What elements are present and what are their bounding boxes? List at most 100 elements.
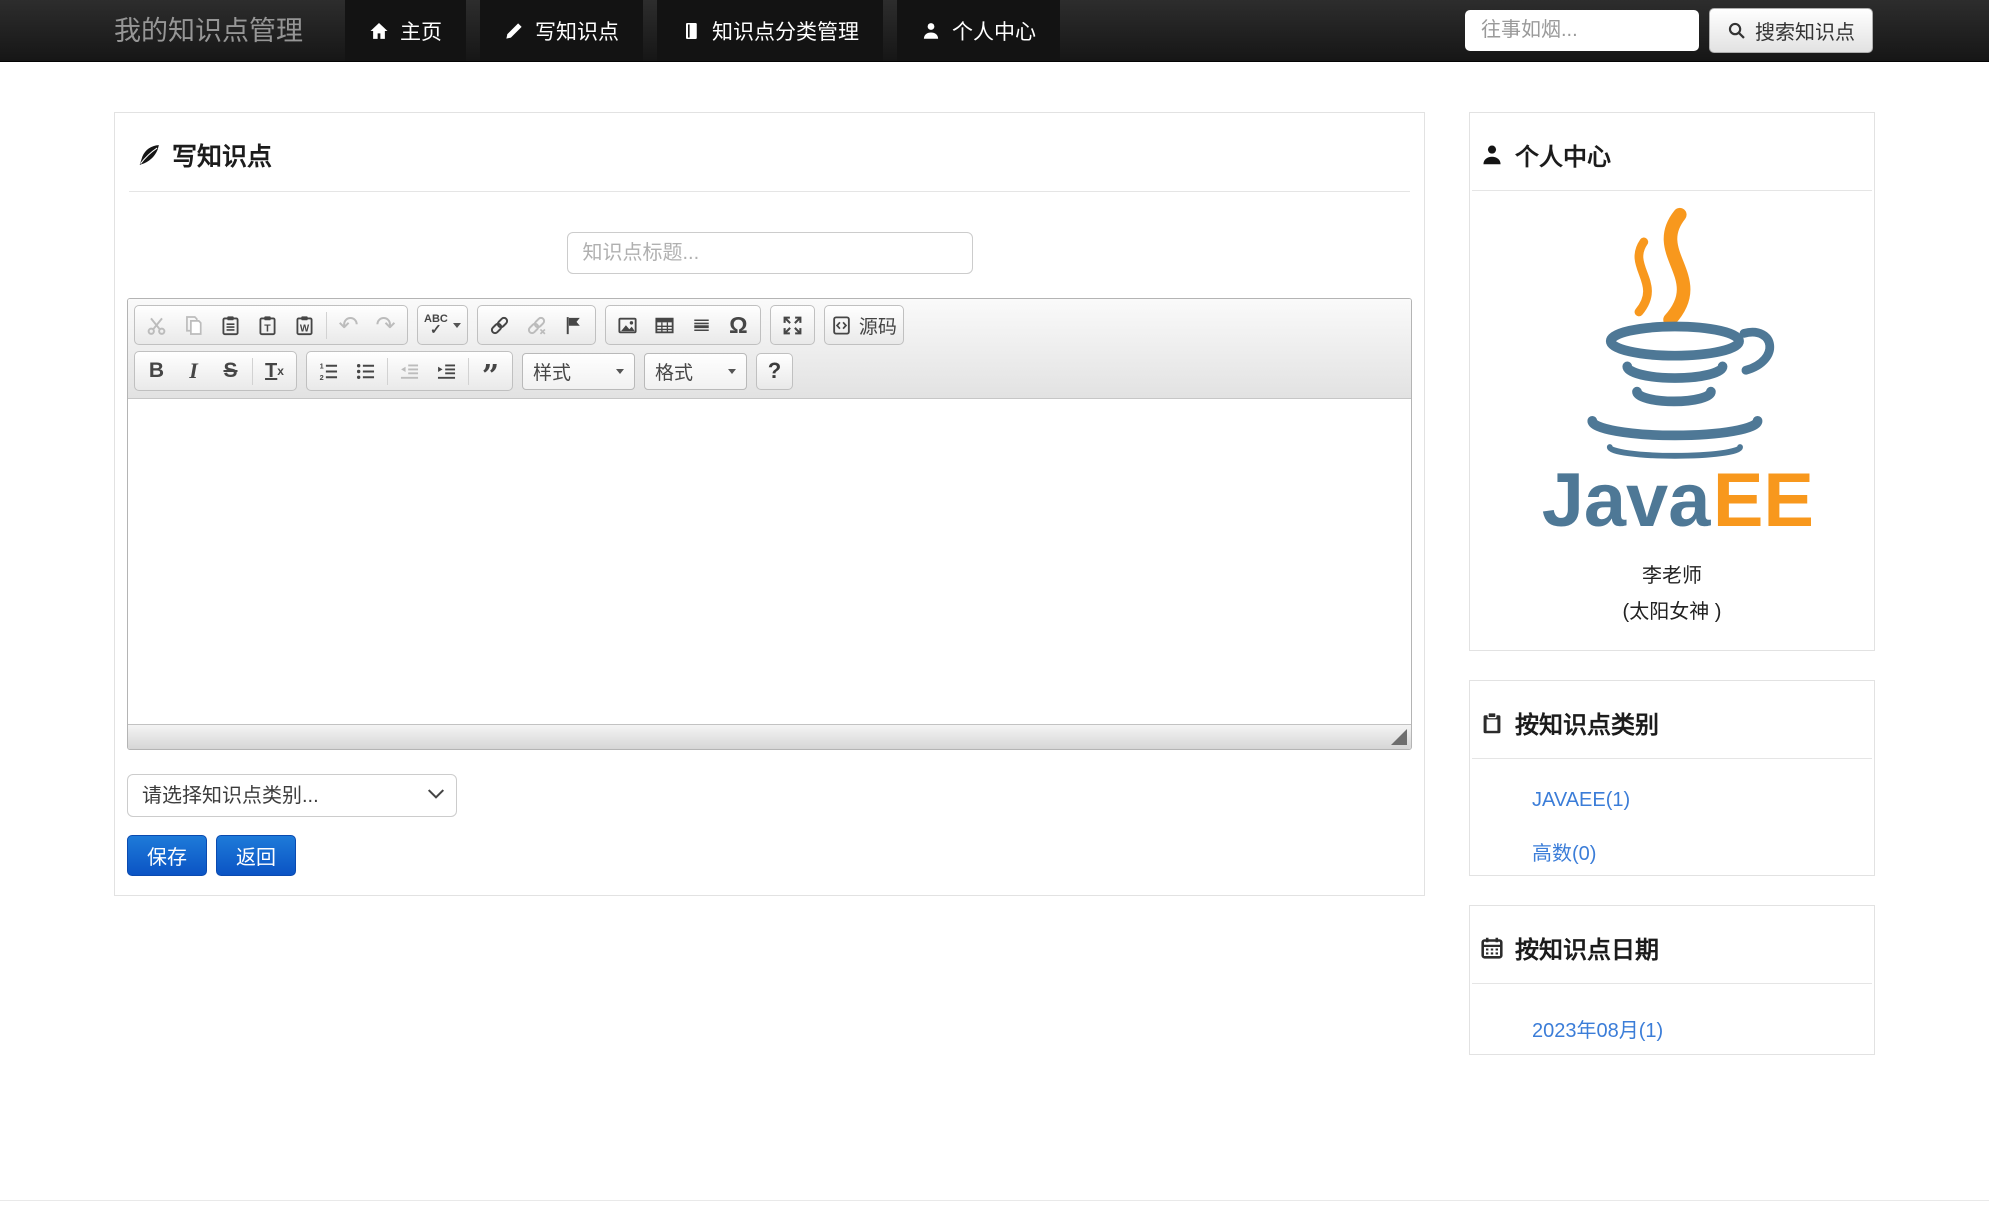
nav-item-home[interactable]: 主页 <box>345 0 466 61</box>
archive-link-2023-08[interactable]: 2023年08月(1) <box>1532 1014 1663 1043</box>
outdent-icon[interactable] <box>391 355 428 388</box>
insert-group: Ω <box>604 305 761 345</box>
user-icon <box>1480 143 1504 167</box>
nav-item-label: 知识点分类管理 <box>712 20 859 44</box>
knowledge-title-input[interactable] <box>566 232 973 274</box>
nav-item-label: 写知识点 <box>535 20 619 44</box>
profile-body: Java EE 李老师 (太阳女神 ) <box>1470 205 1874 624</box>
calendar-icon <box>1480 936 1504 960</box>
numbered-list-icon[interactable]: 12 <box>310 355 347 388</box>
svg-text:T: T <box>264 322 271 334</box>
back-button[interactable]: 返回 <box>216 835 296 876</box>
italic-icon[interactable]: I <box>175 355 212 388</box>
block-quote-icon[interactable]: ” <box>472 355 509 392</box>
archive-links: 2023年08月(1) <box>1470 984 1874 1043</box>
editor-status-bar <box>128 724 1411 749</box>
editor-content-area[interactable] <box>128 399 1411 724</box>
categories-title: 按知识点类别 <box>1515 712 1659 739</box>
bold-icon[interactable]: B <box>138 355 175 388</box>
footer-divider <box>0 1200 1989 1201</box>
format-dropdown[interactable]: 格式 <box>644 352 747 390</box>
clipboard-group: T W ↶ ↷ <box>134 305 408 345</box>
user-icon <box>921 21 941 41</box>
copy-icon[interactable] <box>175 309 212 342</box>
header-divider <box>129 191 1410 192</box>
spellcheck-group: ABC ✓ <box>417 305 468 345</box>
search-input[interactable] <box>1465 10 1699 51</box>
source-button[interactable]: 源码 <box>828 309 900 342</box>
toolbar-separator <box>468 357 469 385</box>
main-nav: 主页 写知识点 知识点分类管理 个人中心 <box>345 0 1074 61</box>
horizontal-line-icon[interactable] <box>683 309 720 342</box>
toolbar-separator <box>387 357 388 385</box>
header-divider <box>1472 190 1872 191</box>
rich-text-editor: T W ↶ ↷ ABC ✓ Ω 源码 B I S T x 1 2 ” 样式 格式… <box>127 298 1412 750</box>
profile-panel: 个人中心 Java EE 李老师 (太阳女神 ) <box>1469 112 1875 651</box>
maximize-icon[interactable] <box>774 309 811 342</box>
strikethrough-icon[interactable]: S <box>212 355 249 388</box>
write-knowledge-panel: 写知识点 知识点标题... T W ↶ ↷ ABC ✓ Ω 源码 B I S T… <box>114 112 1425 896</box>
category-select[interactable]: 请选择知识点类别... <box>127 774 457 817</box>
save-button[interactable]: 保存 <box>127 835 207 876</box>
panel-title: 写知识点 <box>172 143 273 171</box>
toolbar-row-2: B I S Tx 12 ” 样式 格式 ? <box>134 351 1405 392</box>
archive-header: 按知识点日期 <box>1470 906 1874 983</box>
help-label: ? <box>767 358 782 383</box>
nav-item-write[interactable]: 写知识点 <box>480 0 643 61</box>
paste-icon[interactable] <box>212 309 249 342</box>
table-icon[interactable] <box>646 309 683 342</box>
indent-icon[interactable] <box>428 355 465 388</box>
nav-item-label: 个人中心 <box>952 20 1036 44</box>
link-icon[interactable] <box>481 309 518 342</box>
category-link-javaee[interactable]: JAVAEE(1) <box>1532 789 1630 812</box>
source-group: 源码 <box>823 305 904 345</box>
maximize-group <box>769 305 815 345</box>
javaee-logo: Java EE <box>1542 207 1814 543</box>
undo-icon[interactable]: ↶ <box>330 309 367 342</box>
format-dropdown-label: 格式 <box>655 362 694 384</box>
chevron-down-icon <box>452 322 461 328</box>
cut-icon[interactable] <box>138 309 175 342</box>
source-label: 源码 <box>858 316 897 338</box>
editor-toolbar: T W ↶ ↷ ABC ✓ Ω 源码 B I S T x 1 2 ” 样式 格式… <box>128 299 1411 399</box>
form-buttons: 保存 返回 <box>127 835 1412 876</box>
toolbar-separator <box>252 357 253 385</box>
special-character-icon[interactable]: Ω <box>720 309 757 342</box>
help-button[interactable]: ? <box>756 352 793 390</box>
unlink-icon[interactable] <box>518 309 555 342</box>
anchor-flag-icon[interactable] <box>555 309 592 342</box>
panel-header: 写知识点 <box>127 113 1412 191</box>
svg-text:1: 1 <box>320 361 324 370</box>
paste-text-icon[interactable]: T <box>249 309 286 342</box>
svg-text:W: W <box>300 323 310 334</box>
paste-word-icon[interactable]: W <box>286 309 323 342</box>
clipboard-icon <box>1480 711 1504 735</box>
archive-title: 按知识点日期 <box>1515 937 1659 964</box>
profile-header: 个人中心 <box>1470 113 1874 190</box>
category-links: JAVAEE(1) 高数(0) <box>1470 759 1874 866</box>
search-button[interactable]: 搜索知识点 <box>1709 8 1873 53</box>
sidebar: 个人中心 Java EE 李老师 (太阳女神 ) 按知识点类别 JAVAEE(1… <box>1469 112 1875 1084</box>
image-icon[interactable] <box>609 309 646 342</box>
quill-icon <box>137 143 161 167</box>
chevron-down-icon <box>616 368 624 374</box>
search-icon <box>1727 21 1746 40</box>
spell-check-icon[interactable]: ABC ✓ <box>421 309 464 342</box>
bulleted-list-icon[interactable] <box>347 355 384 388</box>
styles-dropdown[interactable]: 样式 <box>522 352 635 390</box>
navbar-search-area: 搜索知识点 <box>1465 0 1989 61</box>
svg-text:2: 2 <box>320 372 324 381</box>
logo-java-text: Java <box>1542 458 1712 543</box>
nav-item-category-admin[interactable]: 知识点分类管理 <box>657 0 883 61</box>
home-icon <box>369 21 389 41</box>
remove-format-icon[interactable]: Tx <box>256 355 293 388</box>
resize-handle-icon[interactable] <box>1391 729 1407 745</box>
category-link-math[interactable]: 高数(0) <box>1532 837 1596 866</box>
paragraph-group: 12 ” <box>306 351 513 392</box>
redo-icon[interactable]: ↷ <box>367 309 404 342</box>
categories-header: 按知识点类别 <box>1470 681 1874 758</box>
profile-title: 个人中心 <box>1515 144 1611 171</box>
toolbar-row-1: T W ↶ ↷ ABC ✓ Ω 源码 <box>134 305 1405 345</box>
logo-ee-text: EE <box>1713 458 1814 543</box>
nav-item-profile[interactable]: 个人中心 <box>897 0 1060 61</box>
